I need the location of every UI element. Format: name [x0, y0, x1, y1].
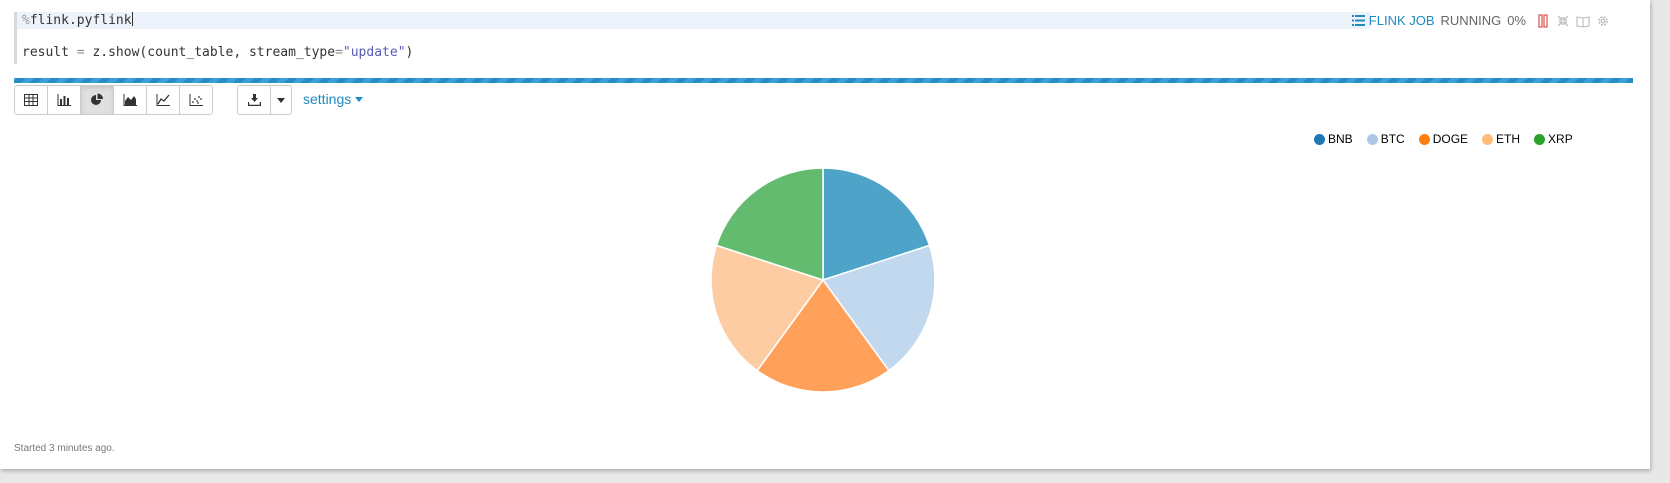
download-icon	[247, 94, 261, 106]
paragraph-controls: FLINK JOB RUNNING 0%	[1351, 12, 1610, 29]
gear-icon[interactable]	[1596, 14, 1610, 28]
download-toolbar	[237, 85, 292, 115]
legend-item[interactable]: ETH	[1482, 132, 1520, 146]
line-chart-button[interactable]	[146, 85, 180, 115]
legend-label: BNB	[1328, 132, 1353, 146]
settings-dropdown[interactable]: settings	[303, 91, 364, 107]
code-percent: %	[22, 13, 30, 28]
legend-dot	[1418, 133, 1430, 145]
code-line-1[interactable]: %flink.pyflink	[17, 12, 1371, 29]
legend-dot	[1534, 133, 1546, 145]
status-text: RUNNING	[1440, 13, 1502, 28]
caret-down-icon	[277, 97, 285, 103]
legend-item[interactable]: BTC	[1366, 132, 1405, 146]
paragraph-panel: %flink.pyflink result = z.show(count_tab…	[0, 0, 1650, 469]
pie-chart-icon	[91, 93, 103, 105]
bar-chart-button[interactable]	[47, 85, 81, 115]
legend-item[interactable]: XRP	[1534, 132, 1573, 146]
code-operator: =	[76, 45, 85, 60]
area-chart-icon	[123, 94, 137, 106]
scatter-chart-button[interactable]	[179, 85, 213, 115]
code-token: result	[22, 45, 77, 60]
legend-dot	[1366, 133, 1378, 145]
code-token: )	[405, 45, 414, 60]
pie-chart	[710, 167, 936, 393]
pie-chart-button[interactable]	[80, 85, 114, 115]
legend-label: BTC	[1380, 132, 1405, 146]
legend-label: XRP	[1548, 132, 1573, 146]
legend-dot	[1314, 133, 1325, 145]
code-editor[interactable]: %flink.pyflink result = z.show(count_tab…	[14, 12, 1371, 64]
flink-job-link[interactable]: FLINK JOB	[1351, 13, 1435, 28]
caret-down-icon	[355, 96, 364, 102]
footer-status: Started 3 minutes ago.	[14, 443, 115, 454]
table-icon	[24, 94, 38, 106]
code-operator: =	[335, 45, 343, 60]
chart-legend: BNB BTC DOGE ETH XRP	[1314, 132, 1573, 146]
list-icon	[1351, 15, 1365, 26]
legend-label: DOGE	[1432, 132, 1469, 146]
collapse-icon[interactable]	[1556, 14, 1570, 28]
code-line-2[interactable]: result = z.show(count_table, stream_type…	[17, 44, 413, 61]
bar-chart-icon	[57, 94, 71, 106]
legend-item[interactable]: DOGE	[1418, 132, 1469, 146]
code-token: z.show(count_table, stream_type	[84, 45, 336, 60]
download-dropdown-button[interactable]	[270, 85, 292, 115]
settings-label: settings	[303, 91, 352, 107]
download-button[interactable]	[237, 85, 271, 115]
progress-percent: 0%	[1507, 13, 1526, 28]
line-chart-icon	[156, 94, 170, 106]
pause-icon[interactable]	[1536, 13, 1550, 28]
legend-dot	[1482, 133, 1494, 145]
code-string: "update"	[342, 45, 406, 60]
legend-item[interactable]: BNB	[1314, 132, 1353, 146]
area-chart-button[interactable]	[113, 85, 147, 115]
legend-label: ETH	[1496, 132, 1521, 146]
flink-job-label: FLINK JOB	[1368, 13, 1435, 28]
table-view-button[interactable]	[14, 85, 48, 115]
progress-bar	[14, 78, 1633, 83]
code-interpreter: flink.pyflink	[29, 13, 132, 28]
book-icon[interactable]	[1576, 14, 1590, 28]
text-cursor	[131, 12, 133, 26]
chart-type-toolbar	[14, 85, 213, 115]
scatter-chart-icon	[189, 94, 203, 106]
